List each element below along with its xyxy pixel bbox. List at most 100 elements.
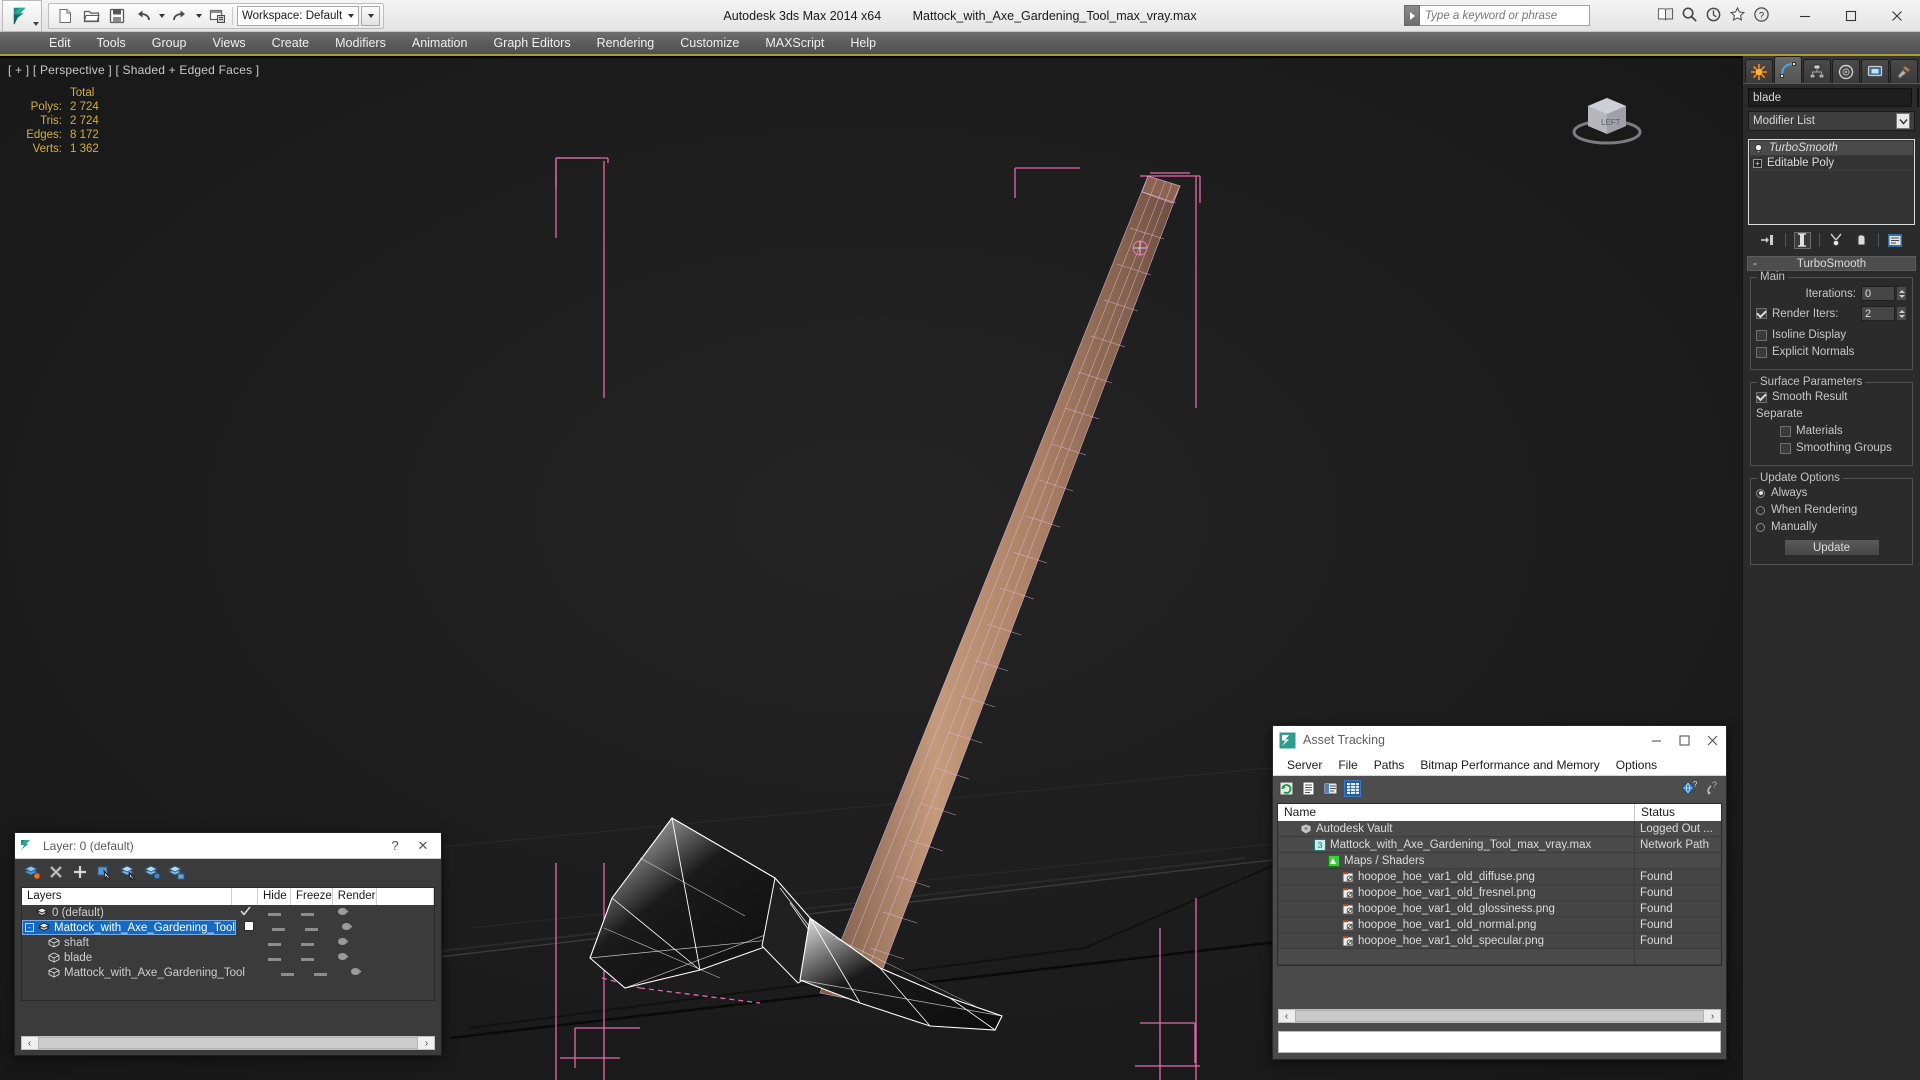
search-icon[interactable]	[1681, 6, 1698, 23]
asset-close-button[interactable]	[1698, 727, 1726, 753]
layer-hide-toggle[interactable]	[258, 937, 291, 949]
select-highlight-icon[interactable]	[119, 863, 137, 881]
isoline-display-checkbox[interactable]	[1756, 329, 1767, 341]
expand-icon[interactable]: +	[1753, 158, 1762, 168]
utilities-tab[interactable]	[1890, 59, 1918, 83]
menu-modifiers[interactable]: Modifiers	[322, 33, 399, 53]
pin-stack-icon[interactable]	[1760, 232, 1777, 249]
scroll-right-icon[interactable]: ›	[419, 1037, 434, 1049]
remove-modifier-icon[interactable]	[1853, 232, 1870, 249]
smoothing-groups-checkbox[interactable]	[1780, 442, 1791, 454]
asset-menu-options[interactable]: Options	[1608, 756, 1665, 774]
modifier-list-dropdown[interactable]: Modifier List	[1748, 111, 1915, 131]
configure-modifier-sets-icon[interactable]	[1887, 232, 1904, 249]
layer-dialog[interactable]: Layer: 0 (default) ? ✕ Layers Hide Freez…	[14, 832, 442, 1056]
refresh-icon[interactable]	[1278, 780, 1295, 797]
add-selection-icon[interactable]	[71, 863, 89, 881]
menu-maxscript[interactable]: MAXScript	[752, 33, 837, 53]
select-objects-icon[interactable]	[95, 863, 113, 881]
scroll-left-icon[interactable]: ‹	[1279, 1010, 1294, 1022]
layer-hide-toggle[interactable]	[258, 952, 291, 964]
asset-minimize-button[interactable]	[1642, 727, 1670, 753]
modifier-stack-item-editable-poly[interactable]: + Editable Poly	[1750, 156, 1913, 171]
highlight-selected-icon[interactable]	[143, 863, 161, 881]
table-row[interactable]: blade	[22, 950, 434, 965]
menu-views[interactable]: Views	[199, 33, 258, 53]
explicit-normals-checkbox[interactable]	[1756, 346, 1767, 358]
modify-tab[interactable]	[1774, 56, 1802, 83]
new-layer-icon[interactable]	[23, 863, 41, 881]
list-view-icon[interactable]	[1300, 780, 1317, 797]
lightbulb-icon[interactable]	[1753, 143, 1764, 154]
object-color-swatch[interactable]	[1917, 88, 1919, 107]
asset-menu-bitmap-performance[interactable]: Bitmap Performance and Memory	[1412, 756, 1607, 774]
menu-graph-editors[interactable]: Graph Editors	[480, 33, 583, 53]
view-cube-icon[interactable]: LEFT	[1564, 80, 1650, 150]
asset-horizontal-scrollbar[interactable]: ‹ ›	[1278, 1009, 1721, 1023]
open-file-icon[interactable]	[78, 4, 104, 28]
update-option-manually[interactable]: Manually	[1756, 521, 1907, 533]
help-icon[interactable]: ?	[1704, 780, 1721, 797]
redo-icon[interactable]	[167, 4, 193, 28]
undo-icon[interactable]	[130, 4, 156, 28]
layer-render-toggle[interactable]	[324, 906, 362, 920]
layer-freeze-toggle[interactable]	[291, 952, 324, 964]
scroll-right-icon[interactable]: ›	[1705, 1010, 1720, 1022]
delete-layer-icon[interactable]	[47, 863, 65, 881]
menu-animation[interactable]: Animation	[399, 33, 481, 53]
asset-list[interactable]: Name Status Autodesk Vault Logged Out ..…	[1277, 803, 1722, 966]
layer-render-toggle[interactable]	[328, 921, 366, 935]
help-globe-icon[interactable]: ?	[1681, 780, 1698, 797]
scroll-thumb[interactable]	[38, 1037, 418, 1049]
render-iters-checkbox[interactable]	[1756, 308, 1767, 319]
layer-hide-toggle[interactable]	[262, 922, 295, 934]
layer-hide-toggle[interactable]	[258, 907, 291, 919]
layer-render-toggle[interactable]	[324, 936, 362, 950]
undo-dropdown-button[interactable]	[156, 4, 167, 28]
table-row[interactable]: hoopoe_hoe_var1_old_diffuse.png Found	[1278, 868, 1721, 885]
application-menu-button[interactable]	[2, 0, 42, 32]
menu-group[interactable]: Group	[139, 33, 200, 53]
modifier-stack-item-turbosmooth[interactable]: TurboSmooth	[1750, 141, 1913, 156]
book-icon[interactable]	[1657, 6, 1674, 23]
update-option-always[interactable]: Always	[1756, 487, 1907, 499]
table-row[interactable]: hoopoe_hoe_var1_old_glossiness.png Found	[1278, 900, 1721, 917]
layer-help-button[interactable]: ?	[381, 833, 409, 859]
layer-freeze-toggle[interactable]	[291, 907, 324, 919]
iterations-input[interactable]: 0	[1861, 286, 1895, 301]
render-iters-spinner[interactable]	[1896, 306, 1907, 321]
rollout-collapse-icon[interactable]: -	[1753, 258, 1757, 270]
layer-properties-icon[interactable]	[167, 863, 185, 881]
render-iters-input[interactable]: 2	[1861, 306, 1895, 321]
show-end-result-icon[interactable]	[1793, 231, 1811, 249]
layer-freeze-toggle[interactable]	[295, 922, 328, 934]
layer-list[interactable]: Layers Hide Freeze Render 0 (default) - …	[21, 887, 435, 1001]
workspace-selector[interactable]: Workspace: Default	[237, 5, 359, 26]
asset-menu-file[interactable]: File	[1330, 756, 1365, 774]
table-row[interactable]: - Mattock_with_Axe_Gardening_Tool	[22, 920, 434, 935]
object-name-input[interactable]	[1748, 88, 1912, 107]
asset-tracking-dialog[interactable]: Asset Tracking Server File Paths Bitmap …	[1272, 725, 1727, 1060]
smooth-result-checkbox[interactable]	[1756, 391, 1767, 403]
subscription-icon[interactable]	[1705, 6, 1722, 23]
view-cube[interactable]: LEFT	[1564, 80, 1650, 150]
search-input[interactable]	[1420, 5, 1590, 26]
workspace-dropdown-button[interactable]	[361, 5, 380, 26]
save-file-icon[interactable]	[104, 4, 130, 28]
maximize-button[interactable]	[1828, 0, 1874, 32]
modifier-stack[interactable]: TurboSmooth + Editable Poly	[1748, 139, 1915, 225]
update-button[interactable]: Update	[1783, 539, 1880, 556]
layer-render-toggle[interactable]	[337, 966, 375, 980]
layer-render-toggle[interactable]	[324, 951, 362, 965]
asset-menu-server[interactable]: Server	[1279, 756, 1330, 774]
menu-tools[interactable]: Tools	[84, 33, 139, 53]
grid-view-icon[interactable]	[1344, 779, 1361, 797]
help-icon[interactable]: ?	[1753, 6, 1770, 23]
menu-edit[interactable]: Edit	[36, 33, 84, 53]
hierarchy-tab[interactable]	[1803, 59, 1831, 83]
always-radio[interactable]	[1756, 488, 1765, 498]
table-row[interactable]: hoopoe_hoe_var1_old_fresnel.png Found	[1278, 884, 1721, 901]
menu-rendering[interactable]: Rendering	[584, 33, 668, 53]
redo-dropdown-button[interactable]	[193, 4, 204, 28]
collapse-icon[interactable]: -	[25, 923, 34, 932]
